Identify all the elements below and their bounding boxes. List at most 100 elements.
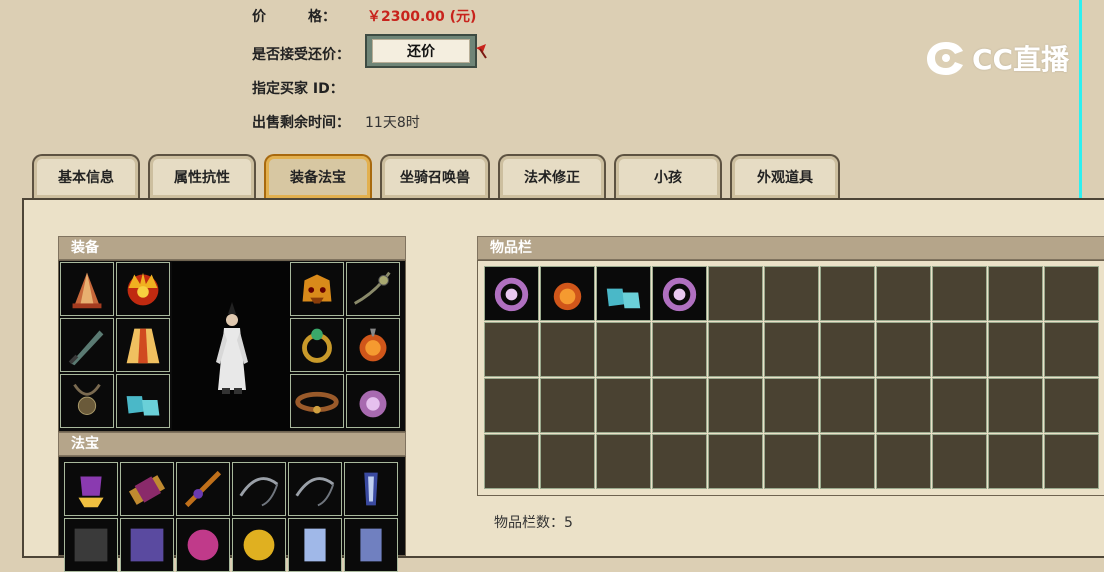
- equipment-slot[interactable]: [116, 262, 170, 316]
- inventory-slot[interactable]: [652, 434, 707, 489]
- treasure-slot[interactable]: [288, 462, 342, 516]
- treasure-slot[interactable]: [176, 462, 230, 516]
- inventory-slot[interactable]: [1044, 378, 1099, 433]
- treasure-slot[interactable]: [64, 518, 118, 572]
- inventory-slot[interactable]: [820, 378, 875, 433]
- treasure-slot[interactable]: [344, 462, 398, 516]
- equipment-slot[interactable]: [60, 374, 114, 428]
- treasure-header: 法宝: [58, 432, 406, 456]
- treasure-slot[interactable]: [120, 462, 174, 516]
- equipment-slot[interactable]: [60, 262, 114, 316]
- counter-offer-label: 是否接受还价：: [252, 47, 350, 63]
- equipment-slot[interactable]: [290, 262, 344, 316]
- treasure-slot[interactable]: [64, 462, 118, 516]
- inventory-slot[interactable]: [820, 322, 875, 377]
- price-value: ￥2300.00 (元): [367, 9, 477, 25]
- inventory-slot[interactable]: [932, 434, 987, 489]
- bell-icon: [78, 476, 104, 508]
- equipment-slot[interactable]: [116, 318, 170, 372]
- item-icon: [187, 529, 219, 561]
- inventory-slot[interactable]: [764, 434, 819, 489]
- inventory-slot[interactable]: [652, 322, 707, 377]
- inventory-slot[interactable]: [540, 434, 595, 489]
- tab-attributes[interactable]: 属性抗性: [148, 154, 256, 198]
- inventory-slot[interactable]: [540, 322, 595, 377]
- equipment-slot[interactable]: [346, 262, 400, 316]
- inventory-slot[interactable]: [932, 322, 987, 377]
- inventory-slot[interactable]: [540, 378, 595, 433]
- treasure-slot[interactable]: [120, 518, 174, 572]
- tab-basic-info[interactable]: 基本信息: [32, 154, 140, 198]
- inventory-slot[interactable]: [988, 378, 1043, 433]
- inventory-slot[interactable]: [932, 378, 987, 433]
- orb-icon: [553, 282, 582, 311]
- inventory-slot[interactable]: [988, 266, 1043, 321]
- equipment-slot[interactable]: [346, 374, 400, 428]
- inventory-slot[interactable]: [876, 322, 931, 377]
- equipment-slot[interactable]: [346, 318, 400, 372]
- inventory-slot[interactable]: [596, 378, 651, 433]
- inventory-slot[interactable]: [876, 434, 931, 489]
- inventory-slot[interactable]: [484, 434, 539, 489]
- inventory-slot[interactable]: [596, 322, 651, 377]
- inventory-slot[interactable]: [484, 378, 539, 433]
- tab-equipment[interactable]: 装备法宝: [264, 154, 372, 198]
- inventory-slot[interactable]: [764, 378, 819, 433]
- buyer-id-label: 指定买家 ID：: [252, 81, 344, 97]
- bracelet-icon: [359, 390, 387, 418]
- tab-child[interactable]: 小孩: [614, 154, 722, 198]
- inventory-slot[interactable]: [596, 434, 651, 489]
- treasure-slot[interactable]: [176, 518, 230, 572]
- tab-appearance[interactable]: 外观道具: [730, 154, 840, 198]
- item-icon: [130, 528, 164, 562]
- tab-label: 装备法宝: [290, 170, 346, 186]
- inventory-slot[interactable]: [596, 266, 651, 321]
- inventory-slot[interactable]: [988, 434, 1043, 489]
- tab-label: 基本信息: [58, 170, 114, 186]
- inventory-slot[interactable]: [652, 378, 707, 433]
- hat-icon: [72, 272, 102, 309]
- inventory-slot[interactable]: [708, 378, 763, 433]
- treasure-slot[interactable]: [232, 518, 286, 572]
- tab-mounts-summons[interactable]: 坐骑召唤兽: [380, 154, 490, 198]
- tab-label: 属性抗性: [174, 170, 230, 186]
- claw-icon: [364, 472, 378, 506]
- tab-spell-correction[interactable]: 法术修正: [498, 154, 606, 198]
- inventory-count-value: 5: [564, 515, 573, 531]
- inventory-slot[interactable]: [764, 322, 819, 377]
- inventory-slot[interactable]: [932, 266, 987, 321]
- inventory-slot[interactable]: [652, 266, 707, 321]
- necklace-icon: [354, 271, 391, 305]
- inventory-count: 物品栏数：5: [494, 512, 573, 532]
- inventory-slot[interactable]: [820, 434, 875, 489]
- inventory-slot[interactable]: [1044, 322, 1099, 377]
- treasure-slot[interactable]: [232, 462, 286, 516]
- equipment-slot[interactable]: [116, 374, 170, 428]
- inventory-slot[interactable]: [708, 434, 763, 489]
- inventory-slot[interactable]: [484, 322, 539, 377]
- equipment-slot[interactable]: [290, 374, 344, 428]
- tab-label: 小孩: [654, 170, 682, 186]
- sword-icon: [68, 330, 104, 366]
- equipment-slot[interactable]: [60, 318, 114, 372]
- inventory-slot[interactable]: [820, 266, 875, 321]
- inventory-slot[interactable]: [484, 266, 539, 321]
- inventory-slot[interactable]: [988, 322, 1043, 377]
- inventory-slot[interactable]: [708, 322, 763, 377]
- pin-icon: [476, 44, 487, 59]
- inventory-slot[interactable]: [708, 266, 763, 321]
- inventory-slot[interactable]: [540, 266, 595, 321]
- inventory-slot[interactable]: [1044, 266, 1099, 321]
- scroll-icon: [128, 475, 166, 505]
- inventory-slot[interactable]: [876, 378, 931, 433]
- inventory-slot[interactable]: [764, 266, 819, 321]
- inventory-slot[interactable]: [876, 266, 931, 321]
- equipment-slot[interactable]: [290, 318, 344, 372]
- treasure-slot[interactable]: [288, 518, 342, 572]
- item-icon: [243, 529, 275, 561]
- treasure-slot[interactable]: [344, 518, 398, 572]
- watermark-text: CC直播: [972, 43, 1070, 76]
- counter-offer-button[interactable]: 还价: [365, 34, 477, 68]
- inventory-slot[interactable]: [1044, 434, 1099, 489]
- item-icon: [360, 528, 382, 562]
